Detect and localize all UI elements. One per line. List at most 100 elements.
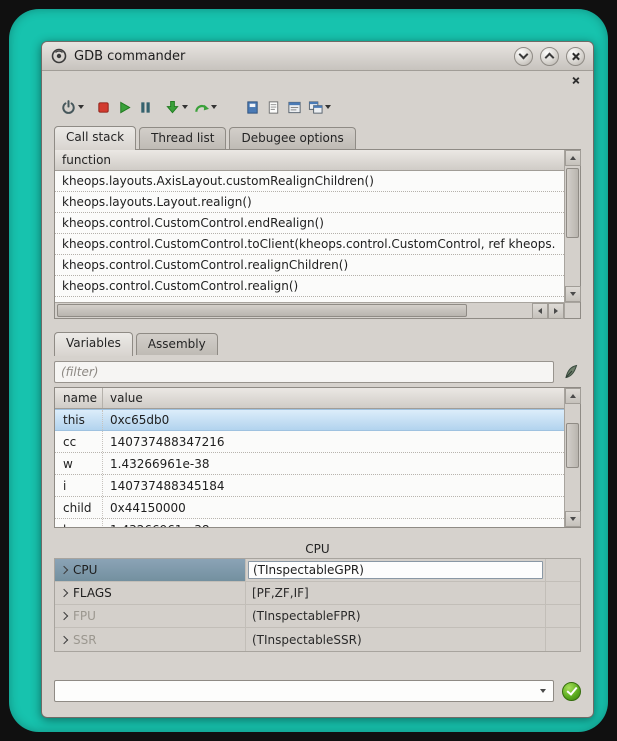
scroll-track[interactable] bbox=[565, 404, 580, 511]
dock-close-button[interactable] bbox=[569, 74, 581, 86]
expander-icon[interactable] bbox=[55, 567, 73, 573]
expander-icon[interactable] bbox=[55, 590, 73, 596]
command-bar bbox=[54, 679, 581, 703]
variable-name: w bbox=[55, 453, 103, 474]
app-icon bbox=[50, 47, 68, 65]
console-icon bbox=[287, 100, 302, 115]
scroll-thumb[interactable] bbox=[57, 304, 467, 317]
list-doc-icon bbox=[266, 100, 281, 115]
variable-row[interactable]: cc 140737488347216 bbox=[55, 431, 564, 453]
variables-header[interactable]: name value bbox=[55, 388, 564, 409]
register-category[interactable]: FLAGS bbox=[55, 582, 246, 604]
confirm-button[interactable] bbox=[562, 682, 581, 701]
arrow-down-icon bbox=[570, 517, 576, 521]
cpu-row[interactable]: CPU bbox=[55, 559, 580, 582]
stop-button[interactable] bbox=[93, 95, 114, 119]
console-button[interactable] bbox=[284, 95, 305, 119]
variable-name: i bbox=[55, 475, 103, 496]
column-function[interactable]: function bbox=[55, 150, 111, 170]
step-into-button[interactable] bbox=[162, 95, 191, 119]
tab-thread-list[interactable]: Thread list bbox=[139, 127, 226, 149]
cpu-group: CPU CPU bbox=[54, 540, 581, 658]
arrow-down-icon bbox=[570, 292, 576, 296]
register-category[interactable]: CPU bbox=[55, 559, 246, 581]
command-combobox[interactable] bbox=[54, 680, 554, 702]
call-stack-row[interactable]: kheops.control.CustomControl.realign() bbox=[55, 276, 564, 297]
call-stack-header[interactable]: function bbox=[55, 150, 564, 171]
window-frame: GDB commander bbox=[9, 9, 608, 732]
pause-button[interactable] bbox=[135, 95, 156, 119]
filter-icon[interactable] bbox=[561, 362, 581, 382]
variable-value: 1.43266961e-38 bbox=[103, 457, 210, 471]
scroll-up-button[interactable] bbox=[565, 150, 581, 166]
dock-header bbox=[42, 71, 593, 89]
variable-row[interactable]: child 0x44150000 bbox=[55, 497, 564, 519]
titlebar[interactable]: GDB commander bbox=[42, 42, 593, 71]
filter-input[interactable] bbox=[54, 361, 554, 383]
restore-button[interactable] bbox=[540, 47, 559, 66]
chevron-right-icon bbox=[60, 589, 68, 597]
expander-icon[interactable] bbox=[55, 637, 73, 643]
call-stack-vscrollbar[interactable] bbox=[564, 150, 580, 302]
filter-row bbox=[54, 360, 581, 384]
call-stack-row[interactable]: kheops.control.CustomControl.realignChil… bbox=[55, 255, 564, 276]
cpu-row-filler bbox=[546, 582, 580, 604]
call-stack-row[interactable]: kheops.layouts.AxisLayout.customRealignC… bbox=[55, 171, 564, 192]
windows-button[interactable] bbox=[305, 95, 334, 119]
scroll-thumb[interactable] bbox=[566, 423, 579, 468]
call-stack-hscrollbar[interactable] bbox=[55, 302, 564, 318]
cpu-register-table: CPU FLAGS [PF,ZF,IF] bbox=[54, 558, 581, 652]
tab-variables[interactable]: Variables bbox=[54, 332, 133, 356]
shade-button[interactable] bbox=[514, 47, 533, 66]
register-value: (TInspectableFPR) bbox=[246, 605, 546, 627]
register-value-cell[interactable] bbox=[246, 559, 546, 581]
scroll-track[interactable] bbox=[55, 303, 532, 318]
command-input[interactable] bbox=[55, 682, 533, 700]
call-stack-row[interactable]: kheops.layouts.Layout.realign() bbox=[55, 192, 564, 213]
variable-row[interactable]: w 1.43266961e-38 bbox=[55, 453, 564, 475]
column-name[interactable]: name bbox=[55, 388, 103, 408]
combo-dropdown-button[interactable] bbox=[533, 689, 553, 693]
variable-value: 0xc65db0 bbox=[103, 413, 169, 427]
scroll-down-button[interactable] bbox=[565, 511, 581, 527]
cpu-row[interactable]: FPU (TInspectableFPR) bbox=[55, 605, 580, 628]
stack-tabbar: Call stack Thread list Debugee options bbox=[54, 125, 581, 149]
close-button[interactable] bbox=[566, 47, 585, 66]
call-stack-row[interactable]: kheops.control.CustomControl.toClient(kh… bbox=[55, 234, 564, 255]
column-value[interactable]: value bbox=[103, 388, 143, 408]
register-value-editor[interactable] bbox=[248, 561, 543, 579]
arrow-right-icon bbox=[554, 308, 558, 314]
expander-icon[interactable] bbox=[55, 613, 73, 619]
scroll-up-button[interactable] bbox=[565, 388, 581, 404]
tab-assembly[interactable]: Assembly bbox=[136, 333, 218, 355]
chevron-right-icon bbox=[60, 566, 68, 574]
variable-row[interactable]: i 140737488345184 bbox=[55, 475, 564, 497]
source-doc-icon bbox=[245, 100, 260, 115]
list-doc-button[interactable] bbox=[263, 95, 284, 119]
scroll-right-button[interactable] bbox=[548, 303, 564, 319]
run-button[interactable] bbox=[114, 95, 135, 119]
register-category[interactable]: SSR bbox=[55, 628, 246, 651]
scroll-left-button[interactable] bbox=[532, 303, 548, 319]
cpu-row[interactable]: FLAGS [PF,ZF,IF] bbox=[55, 582, 580, 605]
variable-row[interactable]: this 0xc65db0 bbox=[55, 409, 564, 431]
cpu-row-filler bbox=[546, 628, 580, 651]
tab-call-stack[interactable]: Call stack bbox=[54, 126, 136, 150]
call-stack-row[interactable]: kheops.control.CustomControl.endRealign(… bbox=[55, 213, 564, 234]
variable-row[interactable]: b 1.43266961e-38 bbox=[55, 519, 564, 527]
variable-name: b bbox=[55, 519, 103, 527]
scroll-down-button[interactable] bbox=[565, 286, 581, 302]
cpu-group-title: CPU bbox=[54, 540, 581, 558]
tab-debugee-options[interactable]: Debugee options bbox=[229, 127, 355, 149]
call-stack-panel: function kheops.layouts.AxisLayout.custo… bbox=[54, 149, 581, 319]
variable-value: 140737488345184 bbox=[103, 479, 225, 493]
scroll-track[interactable] bbox=[565, 166, 580, 286]
arrow-up-icon bbox=[570, 394, 576, 398]
variables-vscrollbar[interactable] bbox=[564, 388, 580, 527]
step-over-button[interactable] bbox=[191, 95, 220, 119]
scroll-thumb[interactable] bbox=[566, 168, 579, 238]
cpu-row[interactable]: SSR (TInspectableSSR) bbox=[55, 628, 580, 651]
source-doc-button[interactable] bbox=[242, 95, 263, 119]
register-category[interactable]: FPU bbox=[55, 605, 246, 627]
power-button[interactable] bbox=[58, 95, 87, 119]
